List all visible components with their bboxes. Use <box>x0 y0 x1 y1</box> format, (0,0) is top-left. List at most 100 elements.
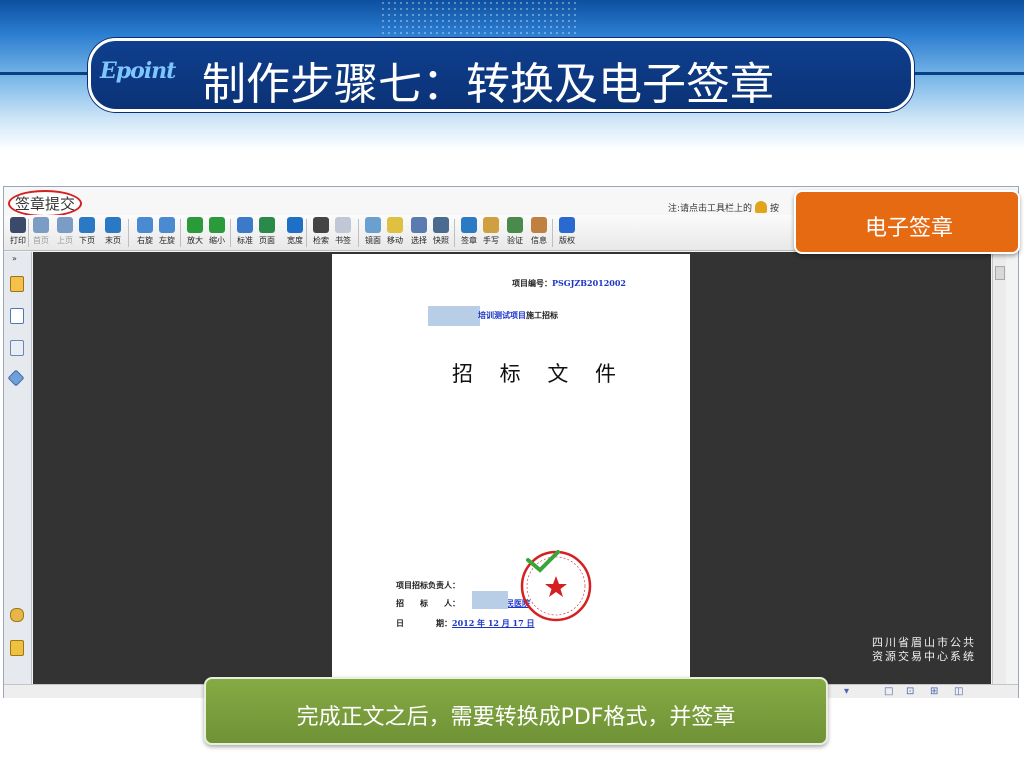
toolbar-print-button[interactable]: 打印 <box>7 217 29 246</box>
toolbar-label: 信息 <box>531 236 547 245</box>
toolbar-zoom-out-button[interactable]: 缩小 <box>206 217 228 246</box>
actual-size-icon <box>237 217 253 233</box>
toolbar-fit-page-button[interactable]: 页面 <box>256 217 278 246</box>
toolbar-label: 快照 <box>433 236 449 245</box>
toolbar-hand-button[interactable]: 移动 <box>384 217 406 246</box>
expand-arrows-icon[interactable]: » <box>12 254 17 263</box>
toolbar-first-page-button[interactable]: 首页 <box>30 217 52 246</box>
last-page-icon <box>105 217 121 233</box>
toolbar-label: 右旋 <box>137 236 153 245</box>
redacted-block-2 <box>472 591 508 609</box>
toolbar-rotate-right-button[interactable]: 右旋 <box>134 217 156 246</box>
prev-page-icon <box>57 217 73 233</box>
toolbar-search-button[interactable]: 检索 <box>310 217 332 246</box>
tenderer-label: 招 标 人： <box>396 598 460 608</box>
caption-text: 完成正文之后，需要转换成PDF格式，并签章 <box>296 705 736 730</box>
sign-submit-button[interactable]: 签章提交 <box>8 190 83 217</box>
fit-width-icon <box>287 217 303 233</box>
badge-label: 电子签章 <box>864 216 953 241</box>
single-page-view-icon[interactable]: □ <box>884 686 893 697</box>
toolbar-magnifier-button[interactable]: 镜面 <box>362 217 384 246</box>
toolbar-bookmark-button[interactable]: 书签 <box>332 217 354 246</box>
next-page-icon <box>79 217 95 233</box>
toolbar-rotate-left-button[interactable]: 左旋 <box>156 217 178 246</box>
toolbar-note: 注:请点击工具栏上的 按 <box>668 201 779 214</box>
toolbar-zoom-in-button[interactable]: 放大 <box>184 217 206 246</box>
copyright-icon <box>559 217 575 233</box>
project-number: 项目编号：PSGJZB2012002 <box>512 278 626 289</box>
toolbar-copyright-button[interactable]: 版权 <box>556 217 578 246</box>
date-label: 日 期： <box>396 618 452 628</box>
toolbar-fit-width-button[interactable]: 宽度 <box>284 217 306 246</box>
attachment-icon[interactable] <box>10 608 24 622</box>
magnifier-icon <box>365 217 381 233</box>
toolbar-prev-page-button[interactable]: 上页 <box>54 217 76 246</box>
responsible-row: 项目招标负责人： <box>396 580 460 590</box>
toolbar-label: 检索 <box>313 236 329 245</box>
layers-icon[interactable] <box>7 369 25 387</box>
continuous-view-icon[interactable]: ⊡ <box>906 686 914 697</box>
toolbar-label: 首页 <box>33 236 49 245</box>
project-number-label: 项目编号： <box>512 278 552 288</box>
search-icon <box>313 217 329 233</box>
stamp-hint-icon <box>755 201 768 213</box>
toolbar-separator <box>180 219 181 247</box>
toolbar-label: 放大 <box>187 236 203 245</box>
toolbar-label: 宽度 <box>287 236 303 245</box>
toolbar-label: 移动 <box>387 236 403 245</box>
toolbar-label: 左旋 <box>159 236 175 245</box>
toolbar-label: 下页 <box>79 236 95 245</box>
toolbar-verify-button[interactable]: 验证 <box>504 217 526 246</box>
select-text-icon <box>411 217 427 233</box>
toolbar-handwrite-button[interactable]: 手写 <box>480 217 502 246</box>
hand-icon <box>387 217 403 233</box>
signature-list-icon[interactable] <box>10 640 24 656</box>
annotation-icon[interactable] <box>10 340 24 356</box>
facing-view-icon[interactable]: ◫ <box>954 686 963 697</box>
zoom-out-icon <box>209 217 225 233</box>
toolbar-label: 选择 <box>411 236 427 245</box>
vertical-scrollbar[interactable] <box>992 252 1006 684</box>
two-page-view-icon[interactable]: ⊞ <box>930 686 938 697</box>
page-thumbnail-icon[interactable] <box>10 276 24 292</box>
toolbar-snapshot-button[interactable]: 快照 <box>430 217 452 246</box>
caption-box: 完成正文之后，需要转换成PDF格式，并签章 <box>204 677 828 745</box>
toolbar-next-page-button[interactable]: 下页 <box>76 217 98 246</box>
scrollbar-thumb[interactable] <box>995 266 1005 280</box>
toolbar-actual-size-button[interactable]: 标准 <box>234 217 256 246</box>
toolbar-label: 缩小 <box>209 236 225 245</box>
toolbar-info-card-button[interactable]: 信息 <box>528 217 550 246</box>
heading-project-link: 培训测试项目 <box>478 310 526 320</box>
toolbar-separator <box>28 219 29 247</box>
toolbar-stamp-button[interactable]: 签章 <box>458 217 480 246</box>
electronic-seal[interactable] <box>518 548 594 624</box>
first-page-icon <box>33 217 49 233</box>
watermark-line-1: 四川省眉山市公共 <box>872 636 976 649</box>
signature-window: 签章提交 注:请点击工具栏上的 按 打印 首页 上页 下页 末页 右旋 左旋 放大 缩小 标准 页面 宽… <box>3 186 1019 698</box>
rotate-left-icon <box>159 217 175 233</box>
outline-icon[interactable] <box>10 308 24 324</box>
toolbar-label: 版权 <box>559 236 575 245</box>
toolbar-separator <box>552 219 553 247</box>
print-icon <box>10 217 26 233</box>
toolbar-label: 签章 <box>461 236 477 245</box>
toolbar-last-page-button[interactable]: 末页 <box>102 217 124 246</box>
side-panel-strip: » <box>4 252 32 684</box>
document-title: 招 标 文 件 <box>452 362 627 386</box>
toolbar-separator <box>230 219 231 247</box>
document-heading: 培训测试项目施工招标 <box>478 310 558 321</box>
stamp-icon <box>461 217 477 233</box>
toolbar-label: 标准 <box>237 236 253 245</box>
toolbar-label: 镜面 <box>365 236 381 245</box>
date-row: 日 期：2012 年 12 月 17 日 <box>396 618 534 629</box>
zoom-in-icon <box>187 217 203 233</box>
electronic-signature-badge: 电子签章 <box>794 190 1020 254</box>
toolbar-label: 验证 <box>507 236 523 245</box>
toolbar-label: 页面 <box>259 236 275 245</box>
dropdown-arrow-icon[interactable]: ▾ <box>844 686 849 697</box>
toolbar-label: 上页 <box>57 236 73 245</box>
bookmark-icon <box>335 217 351 233</box>
slide-title: 制作步骤七：转换及电子签章 <box>202 59 774 110</box>
page-view-buttons: ▾ □ ⊡ ⊞ ◫ <box>840 686 980 700</box>
toolbar-select-text-button[interactable]: 选择 <box>408 217 430 246</box>
